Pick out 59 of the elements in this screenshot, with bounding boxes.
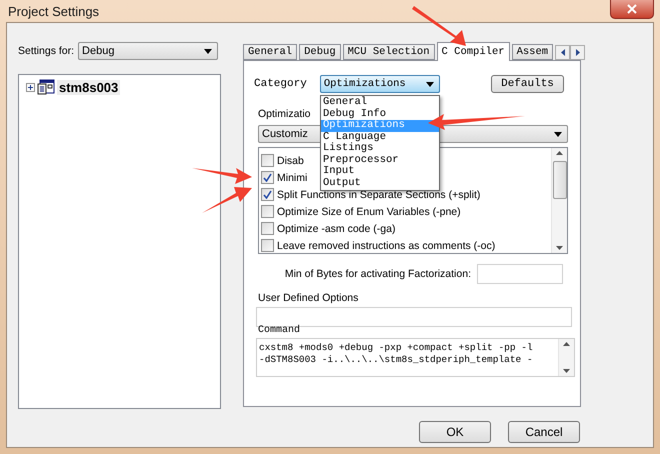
option-label: Optimize Size of Enum Variables (-pne) (277, 206, 461, 218)
scrollbar[interactable] (558, 339, 574, 376)
project-icon (37, 79, 55, 95)
dropdown-option[interactable]: General (321, 97, 439, 108)
option-label: Split Functions in Separate Sections (+split) (277, 188, 480, 200)
tree-item[interactable]: stm8s003 (57, 80, 120, 94)
left-arrow-icon[interactable] (560, 49, 565, 56)
option-label: Leave removed instructions as comments (-oc) (277, 240, 496, 252)
settings-for-select[interactable]: Debug (78, 42, 218, 60)
option-label: Minimi (277, 172, 308, 184)
caret-icon (554, 132, 562, 136)
scrollbar[interactable] (551, 148, 567, 253)
settings-for-label: Settings for: (18, 45, 74, 57)
dropdown-option[interactable]: Debug Info (321, 108, 439, 120)
close-icon[interactable] (627, 4, 637, 14)
dropdown-option[interactable]: Preprocessor (321, 154, 439, 166)
option-label: Disab (277, 154, 304, 166)
checkbox[interactable] (261, 239, 274, 252)
dialog-button[interactable]: Cancel (508, 421, 580, 443)
dropdown-option[interactable]: Output (321, 178, 439, 189)
scroll-up-icon[interactable] (556, 151, 563, 155)
dropdown-option[interactable]: C Language (321, 132, 439, 143)
scroll-down-icon[interactable] (563, 369, 570, 373)
factorization-label: Min of Bytes for activating Factorization: (284, 268, 471, 280)
dialog-button[interactable]: OK (419, 421, 491, 443)
checkbox[interactable] (261, 154, 274, 167)
tab[interactable]: Debug (299, 44, 341, 60)
pointer-arrow (202, 187, 252, 213)
dropdown-option[interactable]: Input (321, 166, 439, 178)
pointer-arrow (192, 168, 252, 184)
command-label: Command (258, 325, 300, 336)
expand-icon[interactable] (26, 82, 35, 92)
command-text: cxstm8 +mods0 +debug -pxp +compact +split -pp -l -dSTM8S003 -i..\..\..\stm8s_stdperiph_template - (258, 341, 534, 367)
optimization-label: Optimizatio (258, 108, 311, 120)
category-label: Category (254, 78, 307, 90)
checkbox[interactable] (261, 222, 274, 235)
user-options-label: User Defined Options (258, 292, 358, 304)
checkbox[interactable] (261, 205, 274, 218)
checkbox[interactable] (261, 171, 274, 184)
scroll-down-icon[interactable] (556, 246, 563, 250)
checkbox[interactable] (261, 188, 274, 201)
caret-icon (426, 82, 434, 86)
right-arrow-icon[interactable] (576, 49, 580, 56)
tab[interactable]: MCU Selection (342, 44, 435, 60)
scroll-right-button[interactable] (570, 45, 586, 60)
scroll-up-icon[interactable] (563, 342, 570, 346)
dropdown-option[interactable]: Listings (321, 143, 439, 154)
category-select[interactable]: Optimizations (320, 75, 440, 93)
window-title: Project Settings (8, 4, 100, 18)
tab[interactable]: General (243, 44, 298, 60)
pointer-arrow (412, 6, 466, 46)
close-button[interactable] (610, 0, 654, 19)
factorization-field[interactable] (477, 264, 563, 284)
caret-icon (204, 48, 212, 54)
defaults-button[interactable]: Defaults (491, 75, 564, 93)
option-label: Optimize -asm code (-ga) (277, 222, 396, 234)
scroll-left-button[interactable] (555, 45, 570, 60)
tab[interactable]: C Compiler (436, 42, 510, 61)
tab[interactable]: Assem (512, 44, 554, 60)
